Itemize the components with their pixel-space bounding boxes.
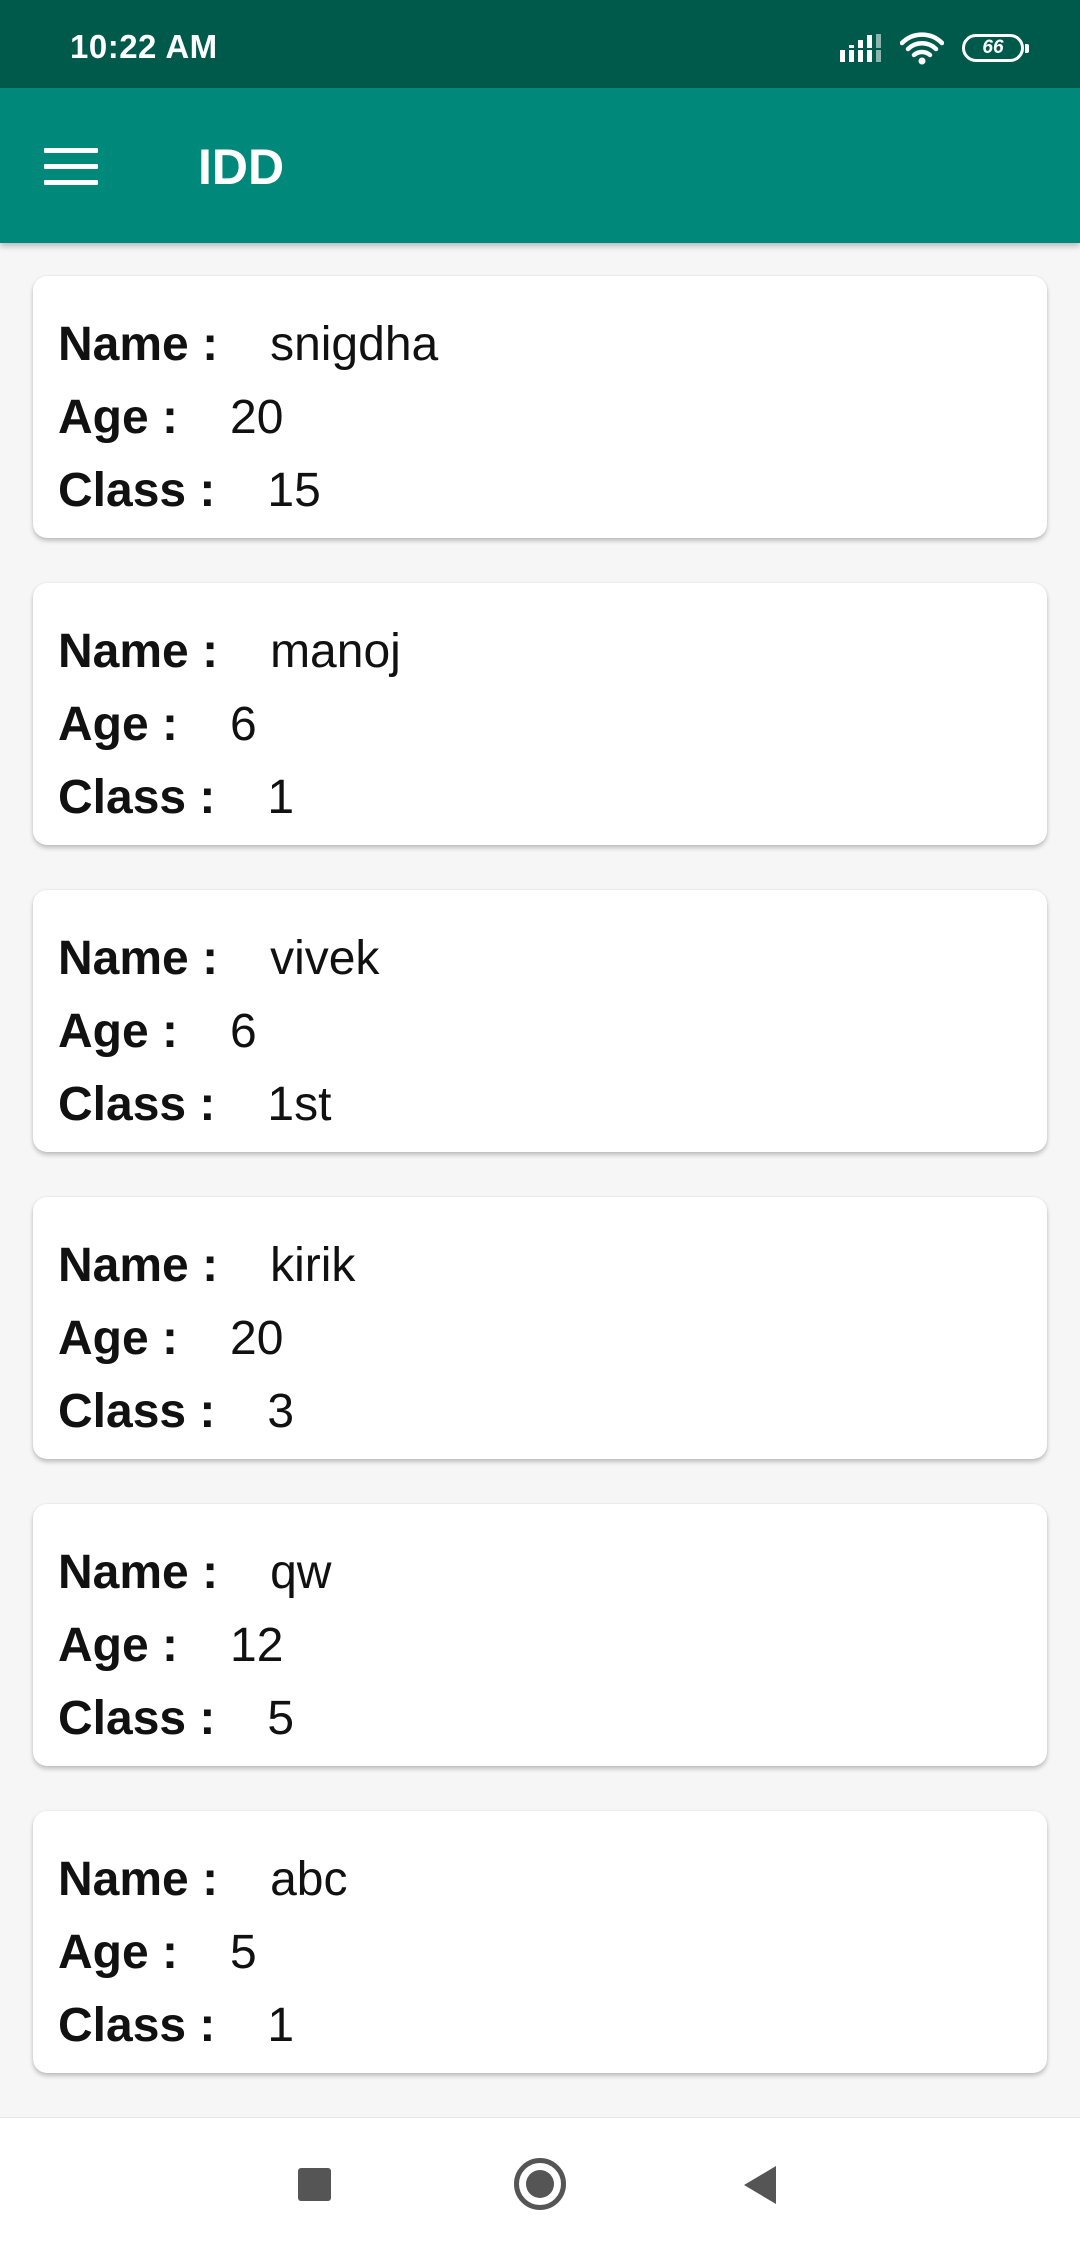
age-value: 20 bbox=[230, 391, 284, 444]
student-card[interactable]: Name : manoj Age : 6 Class : 1 bbox=[33, 583, 1047, 845]
class-label: Class : bbox=[58, 771, 216, 824]
app-bar: IDD bbox=[0, 88, 1080, 243]
status-icons: 66 bbox=[840, 28, 1029, 68]
hamburger-menu-icon[interactable] bbox=[44, 138, 108, 194]
name-row: Name : manoj bbox=[58, 615, 1047, 688]
name-row: Name : snigdha bbox=[58, 308, 1047, 381]
age-label: Age : bbox=[58, 1005, 178, 1058]
age-value: 12 bbox=[230, 1619, 284, 1672]
age-label: Age : bbox=[58, 391, 178, 444]
name-label: Name : bbox=[58, 318, 219, 371]
battery-level: 66 bbox=[982, 37, 1004, 58]
class-label: Class : bbox=[58, 1999, 216, 2052]
student-card[interactable]: Name : abc Age : 5 Class : 1 bbox=[33, 1811, 1047, 2073]
age-row: Age : 12 bbox=[58, 1609, 1047, 1682]
class-label: Class : bbox=[58, 1692, 216, 1745]
name-label: Name : bbox=[58, 932, 219, 985]
age-row: Age : 20 bbox=[58, 381, 1047, 454]
student-list[interactable]: Name : snigdha Age :20 Class :15 Name : ma… bbox=[33, 276, 1047, 2118]
home-icon[interactable] bbox=[514, 2158, 566, 2210]
age-row: Age : 20 bbox=[58, 1302, 1047, 1375]
age-value: 6 bbox=[230, 1005, 257, 1058]
class-value: 1st bbox=[267, 1078, 332, 1131]
class-row: Class : 15 bbox=[58, 454, 1047, 527]
class-value: 15 bbox=[267, 464, 321, 517]
page-title: IDD bbox=[198, 139, 285, 195]
name-label: Name : bbox=[58, 1546, 219, 1599]
student-card[interactable]: Name : snigdha Age : 20 Class : 15 bbox=[33, 276, 1047, 538]
age-value: 20 bbox=[230, 1312, 284, 1365]
class-row: Class : 1st bbox=[58, 1068, 1047, 1141]
name-value: vivek bbox=[270, 932, 380, 985]
name-value: qw bbox=[270, 1546, 332, 1599]
back-icon[interactable] bbox=[744, 2166, 776, 2204]
battery-icon: 66 bbox=[962, 34, 1029, 62]
name-row: Name : vivek bbox=[58, 922, 1047, 995]
wifi-icon bbox=[900, 32, 944, 65]
system-nav-bar bbox=[0, 2117, 1080, 2247]
class-value: 1 bbox=[267, 1999, 295, 2052]
signal-icon bbox=[840, 34, 881, 62]
name-value: manoj bbox=[270, 625, 401, 678]
name-value: snigdha bbox=[270, 318, 439, 371]
class-value: 3 bbox=[267, 1385, 295, 1438]
student-card[interactable]: Name : kirik Age : 20 Class : 3 bbox=[33, 1197, 1047, 1459]
age-label: Age : bbox=[58, 1926, 178, 1979]
class-row: Class : 1 bbox=[58, 761, 1047, 834]
status-bar: 10:22 AM 66 bbox=[0, 0, 1080, 88]
name-value: kirik bbox=[270, 1239, 356, 1292]
age-row: Age : 6 bbox=[58, 688, 1047, 761]
name-label: Name : bbox=[58, 1239, 219, 1292]
class-row: Class : 3 bbox=[58, 1375, 1047, 1448]
age-row: Age : 6 bbox=[58, 995, 1047, 1068]
age-label: Age : bbox=[58, 698, 178, 751]
class-label: Class : bbox=[58, 1078, 216, 1131]
recents-icon[interactable] bbox=[298, 2168, 331, 2201]
name-row: Name : abc bbox=[58, 1843, 1047, 1916]
name-row: Name : kirik bbox=[58, 1229, 1047, 1302]
name-value: abc bbox=[270, 1853, 348, 1906]
class-row: Class : 1 bbox=[58, 1989, 1047, 2062]
name-label: Name : bbox=[58, 625, 219, 678]
name-label: Name : bbox=[58, 1853, 219, 1906]
age-row: Age : 5 bbox=[58, 1916, 1047, 1989]
age-label: Age : bbox=[58, 1619, 178, 1672]
age-label: Age : bbox=[58, 1312, 178, 1365]
age-value: 6 bbox=[230, 698, 257, 751]
class-row: Class : 5 bbox=[58, 1682, 1047, 1755]
name-row: Name : qw bbox=[58, 1536, 1047, 1609]
class-value: 1 bbox=[267, 771, 295, 824]
student-card[interactable]: Name : vivek Age : 6 Class : 1st bbox=[33, 890, 1047, 1152]
class-label: Class : bbox=[58, 1385, 216, 1438]
status-time: 10:22 AM bbox=[70, 28, 218, 65]
class-label: Class : bbox=[58, 464, 216, 517]
student-card[interactable]: Name : qw Age : 12 Class : 5 bbox=[33, 1504, 1047, 1766]
class-value: 5 bbox=[267, 1692, 295, 1745]
age-value: 5 bbox=[230, 1926, 257, 1979]
